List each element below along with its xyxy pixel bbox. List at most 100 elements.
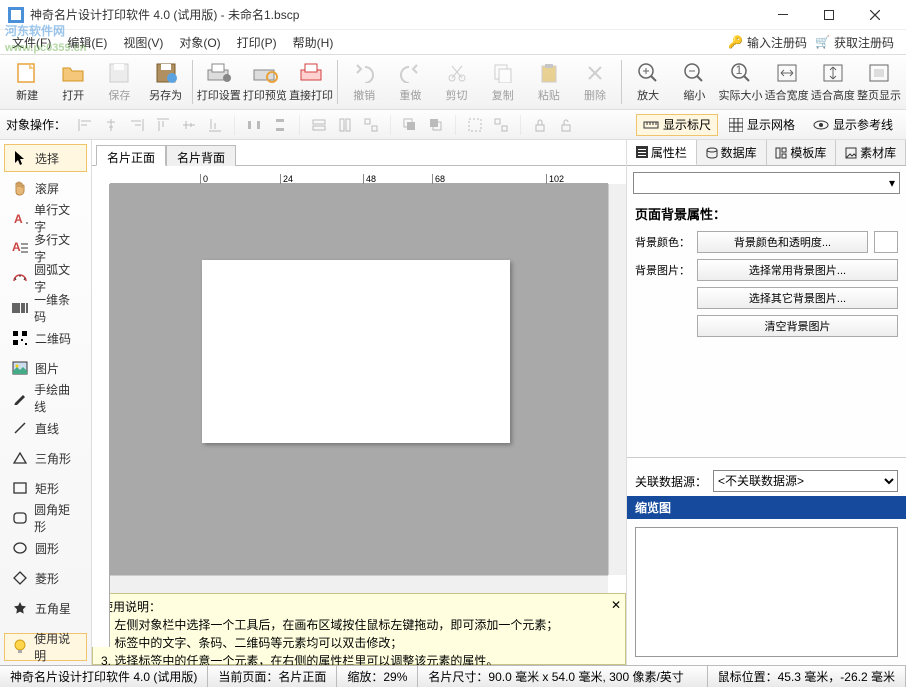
- tool-pan[interactable]: 滚屏: [4, 174, 87, 202]
- tool-help[interactable]: 使用说明: [4, 633, 87, 661]
- show-grid-toggle[interactable]: 显示网格: [722, 114, 802, 136]
- copy-button[interactable]: 复制: [480, 56, 526, 108]
- tool-rect[interactable]: 矩形: [4, 474, 87, 502]
- minimize-button[interactable]: [760, 0, 806, 30]
- menu-view[interactable]: 视图(V): [115, 32, 171, 53]
- fit-height-button[interactable]: 适合高度: [810, 56, 856, 108]
- menu-print[interactable]: 打印(P): [229, 32, 285, 53]
- open-button[interactable]: 打开: [50, 56, 96, 108]
- align-right-icon[interactable]: [126, 114, 148, 136]
- same-size-icon[interactable]: [360, 114, 382, 136]
- saveas-button[interactable]: 另存为: [143, 56, 189, 108]
- tool-image[interactable]: 图片: [4, 354, 87, 382]
- enter-reg-code[interactable]: 🔑输入注册码: [728, 34, 807, 51]
- tool-ellipse[interactable]: 圆形: [4, 534, 87, 562]
- tool-multi-text[interactable]: A多行文字: [4, 234, 87, 262]
- distribute-h-icon[interactable]: [243, 114, 265, 136]
- data-source-row: 关联数据源： <不关联数据源>: [627, 466, 906, 496]
- card-side-tabs: 名片正面 名片背面: [92, 140, 626, 166]
- redo-button[interactable]: 重做: [387, 56, 433, 108]
- horizontal-ruler: 0 24 48 68 102: [110, 166, 608, 184]
- rtab-properties[interactable]: 属性栏: [627, 140, 697, 165]
- new-button[interactable]: 新建: [4, 56, 50, 108]
- zoom-out-button[interactable]: 缩小: [671, 56, 717, 108]
- ungroup-icon[interactable]: [490, 114, 512, 136]
- data-source-select[interactable]: <不关联数据源>: [713, 470, 898, 492]
- barcode-icon: [11, 299, 28, 317]
- ruler-icon: [643, 118, 659, 132]
- print-preview-button[interactable]: 打印预览: [242, 56, 288, 108]
- print-button[interactable]: 直接打印: [288, 56, 334, 108]
- tool-line[interactable]: 直线: [4, 414, 87, 442]
- menu-edit[interactable]: 编辑(E): [59, 32, 115, 53]
- cursor-icon: [11, 149, 29, 167]
- tool-roundrect[interactable]: 圆角矩形: [4, 504, 87, 532]
- menu-help[interactable]: 帮助(H): [285, 32, 342, 53]
- tool-qrcode[interactable]: 二维码: [4, 324, 87, 352]
- show-guide-toggle[interactable]: 显示参考线: [806, 114, 900, 136]
- show-ruler-toggle[interactable]: 显示标尺: [636, 114, 718, 136]
- get-reg-code[interactable]: 🛒获取注册码: [815, 34, 894, 51]
- single-text-icon: A: [11, 209, 28, 227]
- paste-button[interactable]: 粘贴: [526, 56, 572, 108]
- tab-back[interactable]: 名片背面: [166, 145, 236, 166]
- card-canvas[interactable]: [202, 260, 510, 443]
- print-settings-button[interactable]: 打印设置: [196, 56, 242, 108]
- bg-image-clear-button[interactable]: 清空背景图片: [697, 315, 898, 337]
- cut-button[interactable]: 剪切: [433, 56, 479, 108]
- tool-select[interactable]: 选择: [4, 144, 87, 172]
- lock-icon[interactable]: [529, 114, 551, 136]
- canvas-area[interactable]: [110, 184, 608, 575]
- horizontal-scrollbar[interactable]: [110, 575, 608, 593]
- bg-color-button[interactable]: 背景颜色和透明度...: [697, 231, 868, 253]
- align-top-icon[interactable]: [152, 114, 174, 136]
- menu-object[interactable]: 对象(O): [171, 32, 228, 53]
- bg-image-common-button[interactable]: 选择常用背景图片...: [697, 259, 898, 281]
- rtab-materials[interactable]: 素材库: [836, 140, 906, 165]
- send-back-icon[interactable]: [425, 114, 447, 136]
- vertical-scrollbar[interactable]: [608, 184, 626, 575]
- rtab-database[interactable]: 数据库: [697, 140, 767, 165]
- save-button[interactable]: 保存: [96, 56, 142, 108]
- vertical-ruler: [92, 184, 110, 647]
- rtab-templates[interactable]: 模板库: [767, 140, 837, 165]
- tool-arc-text[interactable]: 圆弧文字: [4, 264, 87, 292]
- status-size: 名片尺寸：90.0 毫米 x 54.0 毫米, 300 像素/英寸: [418, 666, 707, 687]
- undo-button[interactable]: 撤销: [341, 56, 387, 108]
- group-icon[interactable]: [464, 114, 486, 136]
- bring-front-icon[interactable]: [399, 114, 421, 136]
- tab-front[interactable]: 名片正面: [96, 145, 166, 166]
- tool-triangle[interactable]: 三角形: [4, 444, 87, 472]
- actual-size-button[interactable]: 1实际大小: [717, 56, 763, 108]
- align-center-h-icon[interactable]: [100, 114, 122, 136]
- align-left-icon[interactable]: [74, 114, 96, 136]
- menu-file[interactable]: 文件(F): [4, 32, 59, 53]
- hint-line: 2. 标签中的文字、条码、二维码等元素均可以双击修改；: [101, 634, 617, 652]
- hint-close-icon[interactable]: ✕: [611, 596, 621, 614]
- fit-page-button[interactable]: 整页显示: [856, 56, 902, 108]
- tool-barcode[interactable]: 一维条码: [4, 294, 87, 322]
- unlock-icon[interactable]: [555, 114, 577, 136]
- tool-freehand[interactable]: 手绘曲线: [4, 384, 87, 412]
- cart-icon: 🛒: [815, 35, 830, 49]
- tool-diamond[interactable]: 菱形: [4, 564, 87, 592]
- align-center-v-icon[interactable]: [178, 114, 200, 136]
- tool-single-text[interactable]: A单行文字: [4, 204, 87, 232]
- properties-icon: [636, 146, 648, 158]
- align-bottom-icon[interactable]: [204, 114, 226, 136]
- tool-star[interactable]: 五角星: [4, 594, 87, 622]
- close-button[interactable]: [852, 0, 898, 30]
- hint-line: 3. 选择标签中的任意一个元素，在右侧的属性栏里可以调整该元素的属性。: [101, 652, 617, 665]
- bg-color-swatch[interactable]: [874, 231, 898, 253]
- element-selector-combo[interactable]: ▾: [633, 172, 900, 194]
- pencil-icon: [11, 389, 28, 407]
- hint-panel: ✕ 使用说明： 1. 左侧对象栏中选择一个工具后，在画布区域按住鼠标左键拖动，即…: [92, 593, 626, 665]
- same-height-icon[interactable]: [334, 114, 356, 136]
- maximize-button[interactable]: [806, 0, 852, 30]
- same-width-icon[interactable]: [308, 114, 330, 136]
- delete-button[interactable]: 删除: [572, 56, 618, 108]
- bg-image-other-button[interactable]: 选择其它背景图片...: [697, 287, 898, 309]
- zoom-in-button[interactable]: 放大: [625, 56, 671, 108]
- distribute-v-icon[interactable]: [269, 114, 291, 136]
- fit-width-button[interactable]: 适合宽度: [764, 56, 810, 108]
